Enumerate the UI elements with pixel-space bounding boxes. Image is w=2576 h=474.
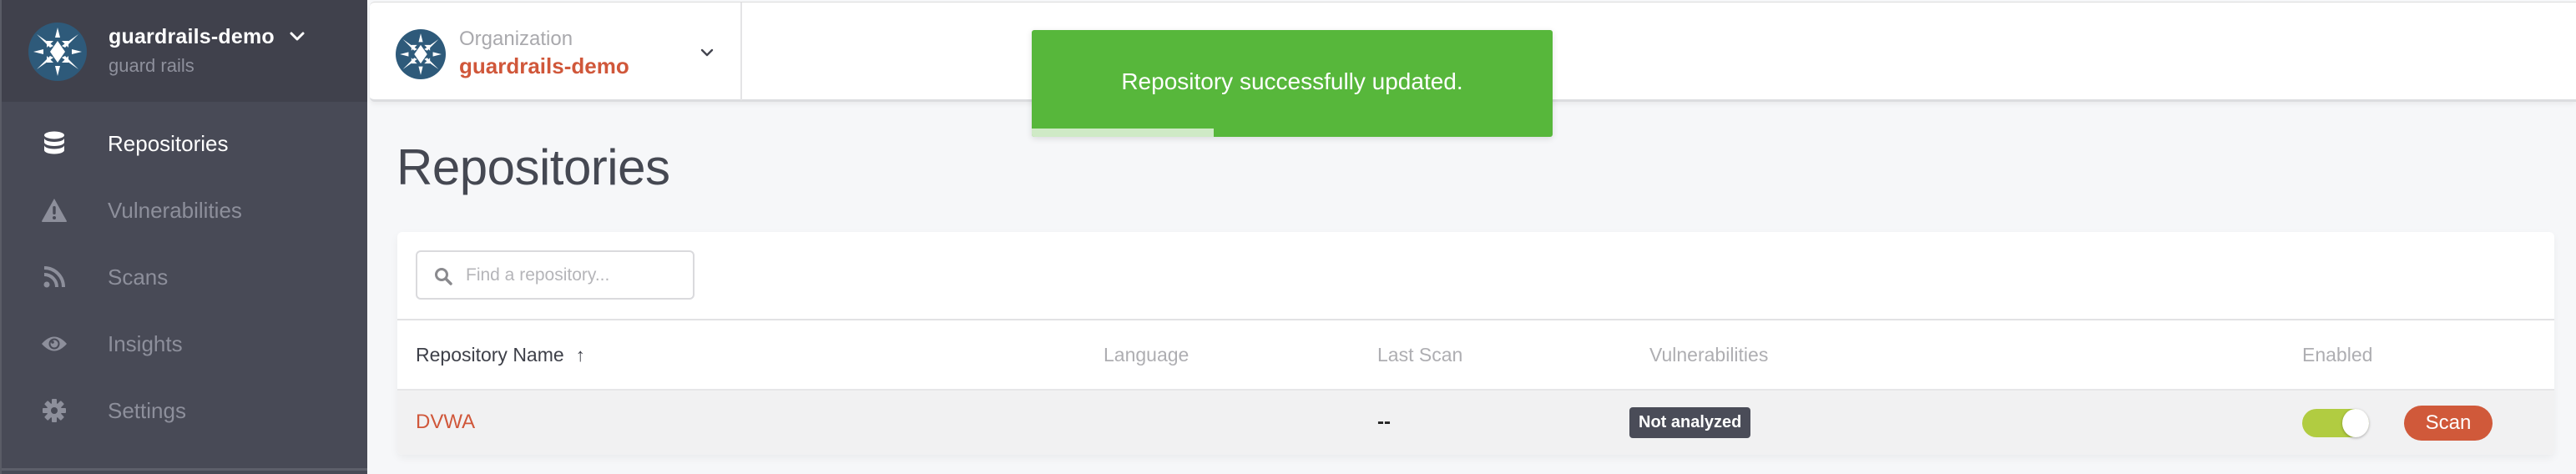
sort-ascending-icon: ↑ [575,345,585,366]
warning-icon [40,196,68,224]
sidebar-item-label: Repositories [108,130,229,156]
enabled-toggle[interactable] [2302,409,2369,437]
database-icon [40,129,68,158]
success-toast[interactable]: Repository successfully updated. [1032,30,1553,137]
sidebar-item-label: Settings [108,397,186,423]
search-input[interactable] [466,260,683,290]
repositories-card: Repository Name ↑ Language Last Scan Vuln… [397,232,2554,455]
sidebar-item-settings[interactable]: Settings [2,377,367,444]
organization-select[interactable]: Organization guardrails-demo [370,3,742,100]
sidebar-item-scans[interactable]: Scans [2,244,367,310]
toast-progress-bar [1032,129,1215,137]
org-logo-icon [28,23,87,81]
toast-message: Repository successfully updated. [1121,68,1463,94]
rss-icon [40,263,68,291]
column-label: Repository Name [416,344,564,366]
search-icon [435,268,452,285]
column-header-language: Language [1104,344,1190,366]
column-header-enabled: Enabled [2302,344,2373,366]
table-row: DVWA -- Not analyzed Scan [397,389,2554,455]
organization-label: Organization [459,28,573,50]
eye-icon [40,330,68,358]
sidebar-item-label: Vulnerabilities [108,197,242,223]
sidebar-item-repositories[interactable]: Repositories [2,110,367,177]
column-header-vulnerabilities: Vulnerabilities [1649,344,1769,366]
column-header-last-scan: Last Scan [1377,344,1463,366]
column-header-repository-name[interactable]: Repository Name ↑ [416,344,585,366]
org-switcher[interactable]: guardrails-demo guard rails [2,0,367,102]
repository-name-link[interactable]: DVWA [416,411,475,434]
sidebar-item-label: Insights [108,330,183,356]
gear-icon [40,396,68,425]
org-subtitle: guard rails [109,55,194,76]
org-name: guardrails-demo [109,25,275,48]
vulnerabilities-status-badge: Not analyzed [1629,407,1751,438]
toggle-knob [2342,409,2369,437]
sidebar-item-vulnerabilities[interactable]: Vulnerabilities [2,177,367,244]
organization-value: guardrails-demo [459,53,629,78]
table-header: Repository Name ↑ Language Last Scan Vuln… [397,320,2554,389]
sidebar-item-label: Scans [108,264,169,290]
sidebar: guardrails-demo guard rails Repositories [0,0,367,474]
sidebar-divider [2,468,367,471]
scan-button[interactable]: Scan [2404,406,2493,441]
chevron-down-icon [700,48,714,57]
page-title: Repositories [397,139,670,195]
chevron-down-icon [290,32,305,41]
org-logo-icon [396,29,446,79]
repository-last-scan: -- [1377,411,1391,433]
search-box[interactable] [416,250,695,300]
sidebar-item-insights[interactable]: Insights [2,310,367,377]
